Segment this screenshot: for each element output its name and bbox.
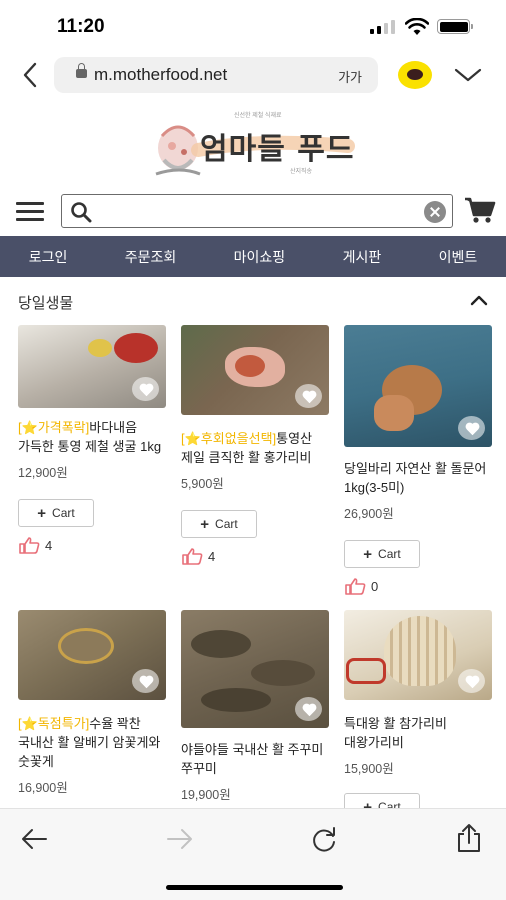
- section-title: 당일생물: [18, 295, 74, 312]
- search-row: [0, 192, 506, 232]
- product-image[interactable]: [344, 610, 492, 700]
- thumbs-up-icon[interactable]: [181, 547, 203, 565]
- product-image[interactable]: [181, 325, 329, 415]
- product-name[interactable]: 당일바리 자연산 활 돌문어 1kg(3-5미): [344, 459, 492, 497]
- like-count[interactable]: 4: [181, 547, 329, 565]
- product-price: 26,900원: [344, 507, 394, 521]
- share-icon[interactable]: [456, 823, 482, 853]
- product-image[interactable]: [344, 325, 492, 447]
- back-arrow-icon[interactable]: [20, 827, 48, 851]
- product-name[interactable]: [⭐독점특가]수율 꽉찬 국내산 활 알배기 암꽃게와 숫꽃게: [18, 714, 166, 771]
- menu-icon[interactable]: [16, 202, 44, 222]
- kakao-chat-icon[interactable]: [398, 61, 432, 89]
- like-count-value: 4: [45, 537, 53, 553]
- chevron-up-icon[interactable]: [470, 294, 488, 306]
- text-size-button[interactable]: 가가: [338, 67, 362, 86]
- battery-icon: [437, 19, 473, 34]
- browser-address-bar: m.motherfood.net 가가: [0, 52, 506, 98]
- product-price: 19,900원: [181, 788, 231, 802]
- product-price: 15,900원: [344, 762, 394, 776]
- reload-icon[interactable]: [310, 827, 338, 853]
- cart-icon[interactable]: [464, 196, 496, 224]
- home-indicator[interactable]: [166, 885, 343, 890]
- product-name[interactable]: 특대왕 활 참가리비 대왕가리비: [344, 714, 492, 752]
- site-logo[interactable]: 신선한 제철 식재료 엄마들 푸드 산지직송: [150, 108, 360, 186]
- category-nav: 로그인 주문조회 마이쇼핑 게시판 이벤트: [0, 236, 506, 277]
- like-count[interactable]: 0: [344, 577, 492, 595]
- like-count-value: 4: [208, 548, 216, 564]
- signal-icon: [370, 20, 396, 34]
- product-card[interactable]: 당일바리 자연산 활 돌문어 1kg(3-5미) 26,900원 + Cart 0: [344, 325, 492, 595]
- thumbs-up-icon[interactable]: [18, 536, 40, 554]
- product-card[interactable]: [⭐독점특가]수율 꽉찬 국내산 활 알배기 암꽃게와 숫꽃게 16,900원: [18, 610, 166, 796]
- add-to-cart-button[interactable]: + Cart: [18, 499, 94, 527]
- browser-back-chevron-icon[interactable]: [18, 60, 42, 90]
- like-count[interactable]: 4: [18, 536, 166, 554]
- add-to-cart-button[interactable]: + Cart: [181, 510, 257, 538]
- product-card[interactable]: [⭐가격폭락]바다내음 가득한 통영 제철 생굴 1kg 12,900원 + Ca…: [18, 325, 166, 554]
- product-card[interactable]: 야들야들 국내산 활 주꾸미 쭈꾸미 19,900원: [181, 610, 329, 803]
- search-input[interactable]: [98, 199, 418, 223]
- wishlist-heart-icon[interactable]: [458, 669, 485, 693]
- clear-search-icon[interactable]: [424, 201, 446, 223]
- product-name[interactable]: [⭐후회없을선택]통영산 제일 큼직한 활 홍가리비: [181, 429, 329, 467]
- chevron-down-icon[interactable]: [453, 64, 483, 86]
- product-card[interactable]: [⭐후회없을선택]통영산 제일 큼직한 활 홍가리비 5,900원 + Cart …: [181, 325, 329, 565]
- forward-arrow-icon[interactable]: [166, 827, 194, 851]
- search-box: [61, 194, 453, 228]
- like-count-value: 0: [371, 578, 379, 594]
- product-image[interactable]: [181, 610, 329, 728]
- search-icon[interactable]: [70, 201, 92, 223]
- product-image[interactable]: [18, 325, 166, 408]
- logo-tagline-bottom: 산지직송: [290, 169, 313, 175]
- wishlist-heart-icon[interactable]: [132, 377, 159, 401]
- product-name[interactable]: [⭐가격폭락]바다내음 가득한 통영 제철 생굴 1kg: [18, 418, 166, 456]
- product-price: 12,900원: [18, 466, 68, 480]
- wishlist-heart-icon[interactable]: [132, 669, 159, 693]
- status-bar: 11:20: [0, 0, 506, 52]
- product-card[interactable]: 특대왕 활 참가리비 대왕가리비 15,900원 + Cart: [344, 610, 492, 821]
- nav-item-board[interactable]: 게시판: [343, 247, 382, 267]
- url-text: m.motherfood.net: [94, 65, 228, 84]
- nav-item-order-lookup[interactable]: 주문조회: [125, 247, 177, 267]
- lock-icon: [76, 63, 87, 78]
- url-field[interactable]: m.motherfood.net 가가: [54, 57, 378, 93]
- logo-text: 엄마들 푸드: [200, 132, 355, 167]
- nav-item-event[interactable]: 이벤트: [439, 247, 478, 267]
- wishlist-heart-icon[interactable]: [458, 416, 485, 440]
- product-price: 5,900원: [181, 477, 224, 491]
- logo-tagline-top: 신선한 제철 식재료: [234, 113, 282, 119]
- status-time: 11:20: [57, 16, 105, 37]
- add-to-cart-button[interactable]: + Cart: [344, 540, 420, 568]
- wifi-icon: [405, 18, 429, 35]
- product-image[interactable]: [18, 610, 166, 700]
- thumbs-up-icon[interactable]: [344, 577, 366, 595]
- product-price: 16,900원: [18, 781, 68, 795]
- wishlist-heart-icon[interactable]: [295, 384, 322, 408]
- product-name[interactable]: 야들야들 국내산 활 주꾸미 쭈꾸미: [181, 740, 329, 778]
- nav-item-login[interactable]: 로그인: [29, 247, 68, 267]
- nav-item-my-shopping[interactable]: 마이쇼핑: [234, 247, 286, 267]
- wishlist-heart-icon[interactable]: [295, 697, 322, 721]
